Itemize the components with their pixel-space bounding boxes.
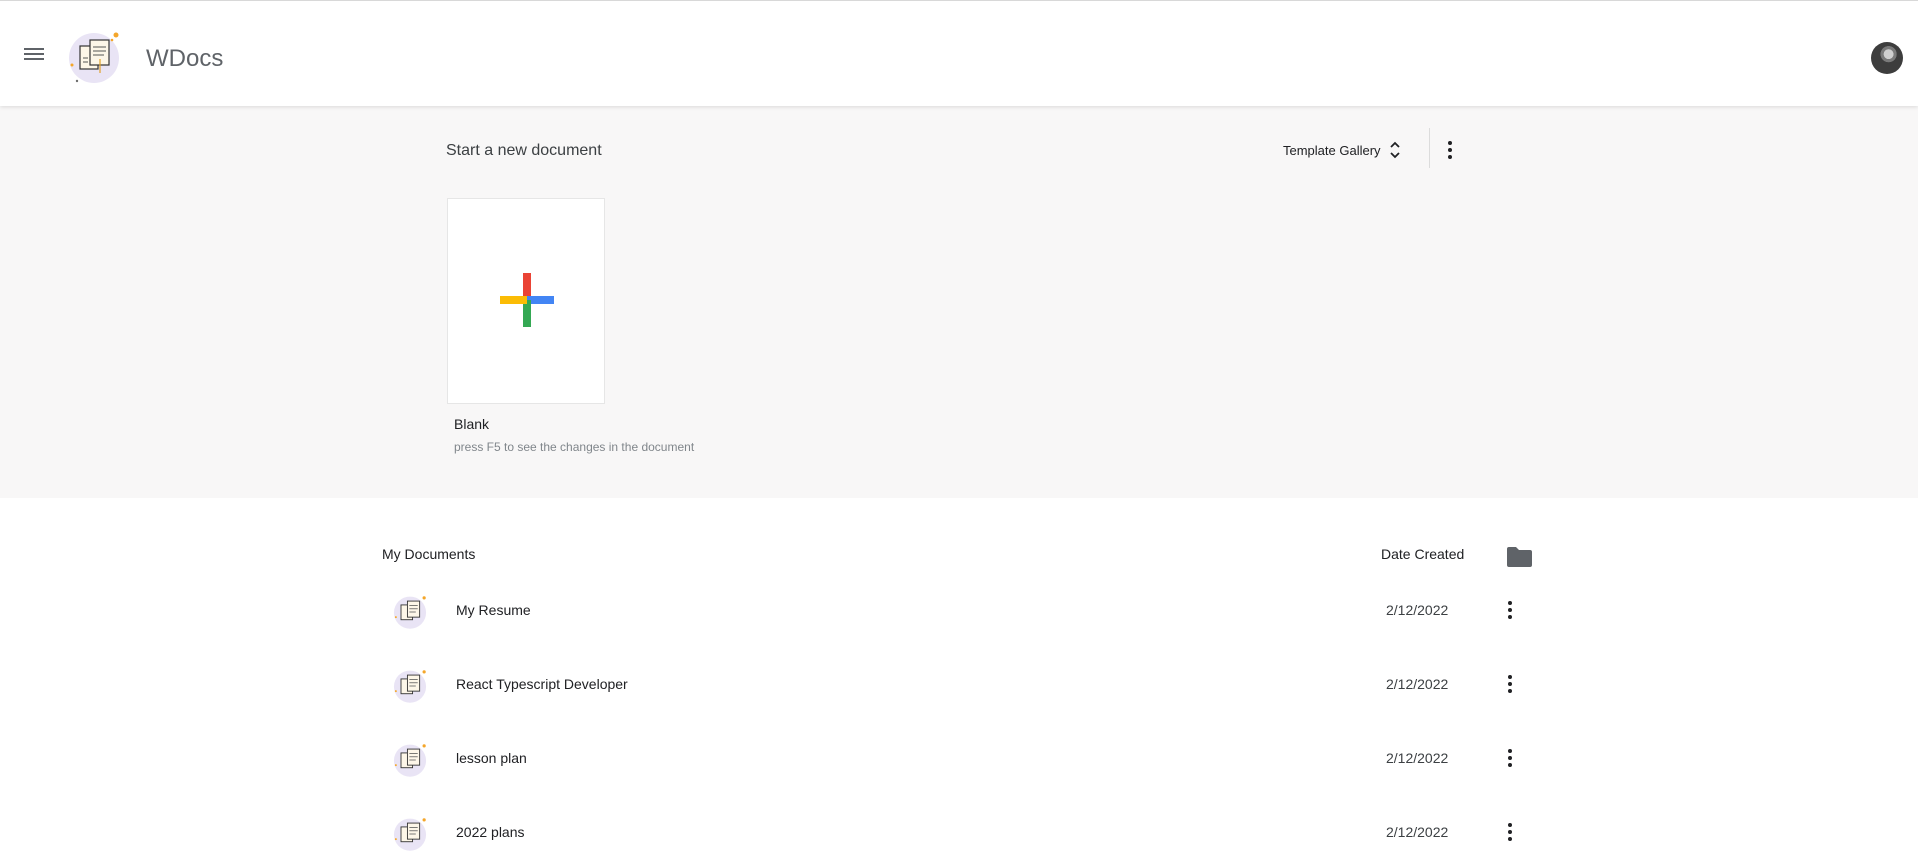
document-date: 2/12/2022 [1386, 602, 1449, 618]
app-header: WDocs [0, 0, 1918, 106]
document-date: 2/12/2022 [1386, 676, 1449, 692]
hamburger-menu-icon[interactable] [20, 45, 48, 67]
colored-plus-icon [500, 273, 554, 327]
more-vertical-icon[interactable] [1440, 134, 1460, 166]
document-date: 2/12/2022 [1386, 750, 1449, 766]
document-name[interactable]: React Typescript Developer [456, 676, 628, 692]
unfold-chevrons-icon [1389, 141, 1400, 159]
blank-document-label: Blank [454, 416, 490, 432]
more-vertical-icon[interactable] [1500, 818, 1520, 846]
document-name[interactable]: My Resume [456, 602, 531, 618]
table-row[interactable]: 2022 plans 2/12/2022 [380, 794, 1540, 868]
blank-document-card[interactable] [447, 198, 605, 404]
table-row[interactable]: My Resume 2/12/2022 [380, 572, 1540, 646]
blank-document-hint: press F5 to see the changes in the docum… [454, 440, 695, 454]
document-icon [392, 668, 428, 704]
app-title: WDocs [146, 45, 224, 72]
documents-logo-icon[interactable] [66, 29, 122, 85]
document-name[interactable]: lesson plan [456, 750, 527, 766]
more-vertical-icon[interactable] [1500, 744, 1520, 772]
user-avatar-icon[interactable] [1871, 42, 1903, 74]
template-gallery-label: Template Gallery [1283, 142, 1381, 158]
divider [1429, 128, 1430, 168]
document-name[interactable]: 2022 plans [456, 824, 525, 840]
more-vertical-icon[interactable] [1500, 670, 1520, 698]
document-icon [392, 594, 428, 630]
template-gallery-button[interactable]: Template Gallery [1283, 134, 1401, 166]
new-document-section: Start a new document Template Gallery Bl… [0, 106, 1918, 498]
document-date: 2/12/2022 [1386, 824, 1449, 840]
more-vertical-icon[interactable] [1500, 596, 1520, 624]
date-created-heading[interactable]: Date Created [1381, 546, 1464, 562]
table-row[interactable]: lesson plan 2/12/2022 [380, 720, 1540, 794]
table-row[interactable]: React Typescript Developer 2/12/2022 [380, 646, 1540, 720]
new-document-title: Start a new document [446, 142, 602, 159]
my-documents-heading: My Documents [382, 546, 476, 562]
document-icon [392, 742, 428, 778]
folder-icon[interactable] [1506, 546, 1533, 568]
